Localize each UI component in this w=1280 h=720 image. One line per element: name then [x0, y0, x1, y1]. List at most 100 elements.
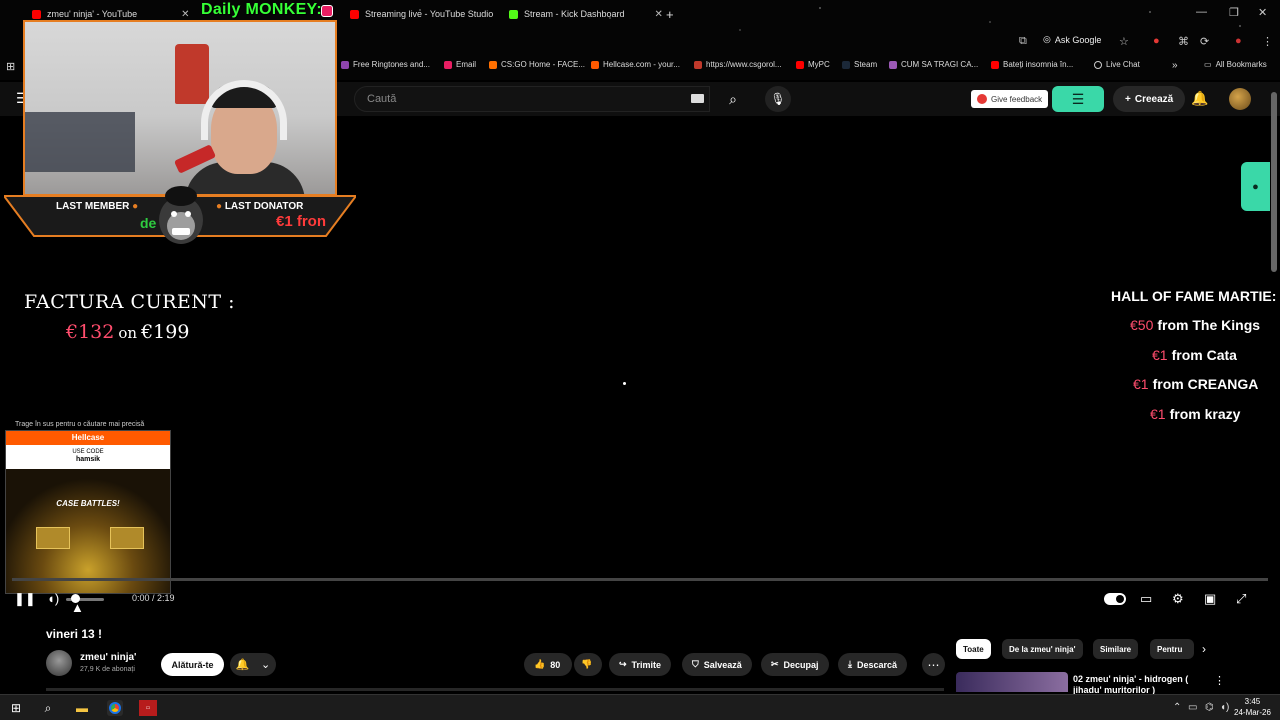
- scissors-icon: ✂: [771, 659, 779, 669]
- bookmark-item[interactable]: Free Ringtones and...: [341, 60, 430, 69]
- chevron-right-icon[interactable]: ›: [1202, 642, 1206, 656]
- profile-avatar-icon[interactable]: ●: [1235, 35, 1242, 47]
- cast-icon[interactable]: ⧉: [1019, 35, 1027, 48]
- voice-search-button[interactable]: 🎙: [765, 86, 791, 112]
- download-button[interactable]: ⤓ Descarcă: [838, 653, 908, 676]
- chip-for-you[interactable]: Pentru: [1150, 639, 1194, 659]
- bookmark-item[interactable]: Bateți insomnia în...: [991, 60, 1073, 69]
- donation-amount: €1: [1150, 406, 1166, 422]
- bookmark-icon: [489, 60, 497, 69]
- close-icon[interactable]: ✕: [181, 9, 189, 20]
- plus-icon: +: [1125, 93, 1131, 105]
- chip-related[interactable]: Similare: [1093, 639, 1139, 659]
- hall-of-fame-entry: €50 from The Kings: [1130, 317, 1260, 333]
- bookmark-item[interactable]: https://www.csgorol...: [694, 60, 782, 69]
- search-icon[interactable]: ⌕: [40, 700, 56, 716]
- recommended-thumbnail[interactable]: [956, 672, 1068, 692]
- tab-kick-dashboard[interactable]: Stream - Kick Dashboard ✕: [509, 4, 663, 24]
- system-clock[interactable]: 3:45 24-Mar-26: [1234, 696, 1271, 718]
- bookmark-label: Bateți insomnia în...: [1003, 60, 1074, 69]
- network-icon[interactable]: ⌬: [1205, 702, 1214, 713]
- app-icon[interactable]: ▭: [139, 700, 157, 716]
- notifications-bell-icon[interactable]: 🔔: [1191, 90, 1208, 107]
- hellcase-ad[interactable]: Hellcase USE CODE hamsik CASE BATTLES!: [5, 430, 171, 594]
- join-button[interactable]: Alătură-te: [161, 653, 224, 676]
- like-count: 80: [550, 659, 561, 670]
- bookmark-icon: [444, 60, 452, 69]
- search-input[interactable]: Caută: [354, 86, 710, 112]
- settings-gear-icon[interactable]: ⚙: [1172, 591, 1184, 607]
- close-icon[interactable]: ✕: [655, 9, 663, 20]
- search-button[interactable]: ⌕: [712, 86, 754, 112]
- extension-icon[interactable]: ●: [1153, 35, 1160, 47]
- bookmark-icon: [341, 60, 349, 69]
- close-window-icon[interactable]: ✕: [1258, 6, 1267, 19]
- menu-kebab-icon[interactable]: ⋮: [1262, 35, 1273, 48]
- sync-icon[interactable]: ⟳: [1200, 35, 1209, 48]
- windows-start-icon[interactable]: ⊞: [8, 700, 24, 716]
- extensions-puzzle-icon[interactable]: ⌘: [1178, 35, 1189, 48]
- dislike-button[interactable]: 👎: [574, 653, 602, 676]
- extension-side-tab[interactable]: ●: [1241, 162, 1270, 211]
- recommended-title[interactable]: 02 zmeu' ninja' - hidrogen ( jihadu' mur…: [1073, 674, 1203, 694]
- share-button[interactable]: ↪ Trimite: [609, 653, 672, 676]
- donation-donor: from Cata: [1171, 347, 1237, 363]
- bookmark-item[interactable]: CS:GO Home - FACE...: [489, 60, 585, 69]
- volume-tray-icon[interactable]: ◖): [1220, 702, 1229, 713]
- apps-grid-icon[interactable]: ⊞: [6, 60, 15, 73]
- donation-amount: €1: [1152, 347, 1168, 363]
- microphone-icon: 🎙: [770, 92, 786, 106]
- channel-name[interactable]: zmeu' ninja': [80, 652, 136, 663]
- keyboard-icon[interactable]: [691, 94, 704, 103]
- tray-chevron-icon[interactable]: ⌃: [1173, 702, 1181, 713]
- subscription-bell-button[interactable]: 🔔 ⌄: [230, 653, 276, 676]
- create-button[interactable]: + Creează: [1113, 86, 1186, 112]
- new-tab-button[interactable]: +: [666, 4, 674, 24]
- bookmark-item[interactable]: MyPC: [796, 60, 830, 69]
- video-progress-bar[interactable]: [12, 578, 1268, 581]
- give-feedback-button[interactable]: Give feedback: [971, 90, 1049, 108]
- like-button[interactable]: 👍 80: [524, 653, 572, 676]
- fullscreen-icon[interactable]: ⤢: [1236, 591, 1246, 607]
- tray-app-icon[interactable]: ▭: [1188, 702, 1197, 713]
- subtitles-icon[interactable]: ▭: [1140, 591, 1152, 607]
- youtube-icon: [350, 9, 359, 19]
- theater-mode-icon[interactable]: ▣: [1204, 591, 1216, 607]
- chip-from-channel[interactable]: De la zmeu' ninja': [1002, 639, 1083, 659]
- ask-google-button[interactable]: ◎ Ask Google: [1043, 34, 1101, 45]
- volume-icon[interactable]: ◖): [47, 591, 59, 606]
- tab-title: Streaming live - YouTube Studio: [365, 9, 494, 19]
- tab-youtube-studio[interactable]: Streaming live - YouTube Studio ✕: [350, 4, 518, 24]
- pause-button[interactable]: ❚❚: [14, 591, 36, 607]
- last-member-value: de: [140, 215, 157, 231]
- maximize-icon[interactable]: ❐: [1229, 6, 1239, 19]
- file-explorer-icon[interactable]: ▬: [74, 700, 90, 716]
- recommended-menu-icon[interactable]: ⋮: [1214, 674, 1225, 687]
- star-icon[interactable]: ☆: [1119, 35, 1129, 48]
- bookmarks-overflow-icon[interactable]: »: [1172, 60, 1178, 71]
- bookmark-item[interactable]: Hellcase.com - your...: [591, 60, 680, 69]
- factura-on: on: [118, 324, 138, 342]
- bookmark-item[interactable]: Steam: [842, 60, 877, 69]
- last-donator-text: LAST DONATOR: [224, 201, 304, 212]
- chrome-icon[interactable]: [107, 700, 123, 716]
- factura-progress: €132 on €199: [66, 321, 189, 343]
- windows-taskbar: ⊞ ⌕ ▬ ▭ ⌃ ▭ ⌬ ◖) 3:45 24-Mar-26: [0, 694, 1280, 720]
- mouse-cursor-icon: ▲: [71, 600, 84, 615]
- bookmark-item[interactable]: CUM SA TRAGI CA...: [889, 60, 978, 69]
- minimize-icon[interactable]: —: [1196, 6, 1207, 18]
- page-scrollbar[interactable]: [1271, 92, 1277, 272]
- more-actions-button[interactable]: ⋯: [922, 653, 945, 676]
- channel-avatar[interactable]: [46, 650, 72, 676]
- extension-menu-button[interactable]: ☰: [1052, 86, 1104, 112]
- bookmark-item[interactable]: Email: [444, 60, 476, 69]
- chip-all[interactable]: Toate: [956, 639, 991, 659]
- clip-button[interactable]: ✂ Decupaj: [761, 653, 829, 676]
- all-bookmarks[interactable]: ▭ All Bookmarks: [1204, 60, 1267, 69]
- chrome-logo: [109, 702, 121, 714]
- bookmark-label: CS:GO Home - FACE...: [501, 60, 586, 69]
- account-avatar[interactable]: [1229, 88, 1251, 110]
- autoplay-toggle[interactable]: [1104, 593, 1126, 605]
- save-button[interactable]: ⛉ Salvează: [682, 653, 752, 676]
- bookmark-item[interactable]: Live Chat: [1094, 60, 1140, 69]
